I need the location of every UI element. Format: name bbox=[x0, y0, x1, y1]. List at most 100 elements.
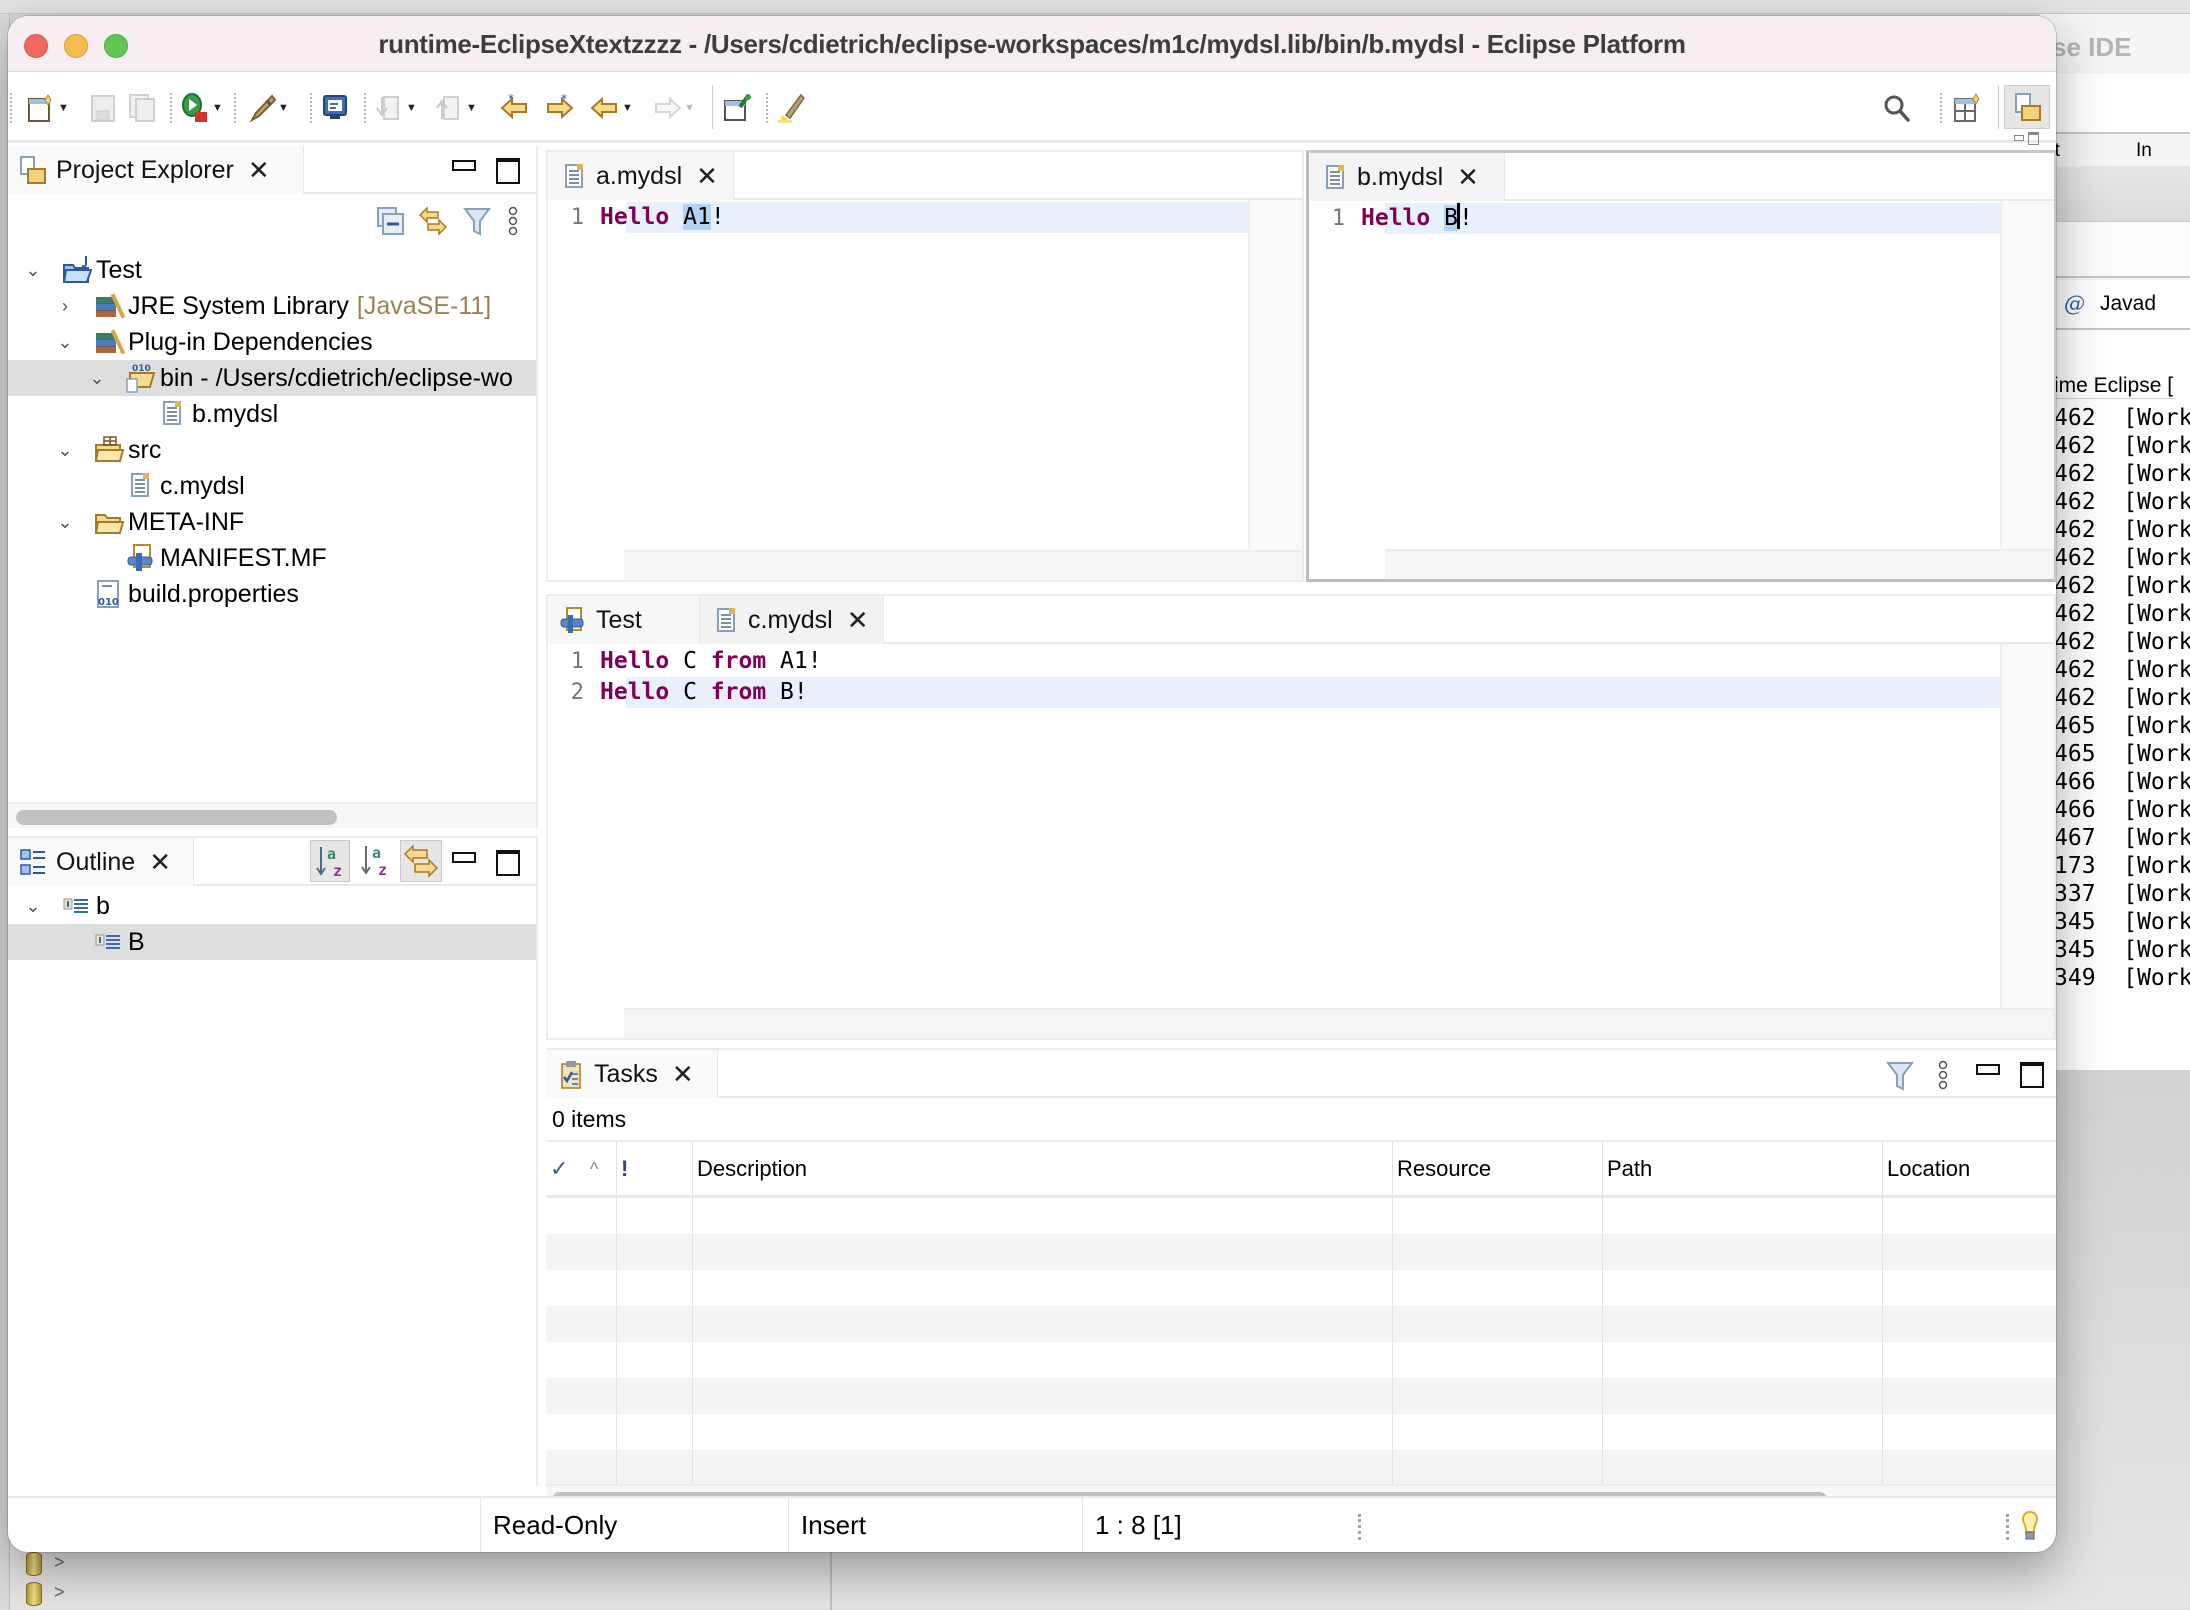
tab-tasks[interactable]: Tasks ✕ bbox=[546, 1050, 718, 1098]
editor-hscrollbar[interactable] bbox=[1385, 549, 2054, 579]
column-header-resource[interactable]: Resource bbox=[1392, 1142, 1602, 1196]
search-button[interactable] bbox=[1882, 93, 1912, 123]
chevron-right-icon[interactable]: › bbox=[54, 296, 76, 317]
project-explorer-icon bbox=[20, 156, 46, 184]
minimize-editor-area-button[interactable] bbox=[2014, 135, 2024, 141]
column-header-completed[interactable]: ✓ bbox=[546, 1142, 586, 1196]
close-icon[interactable]: ✕ bbox=[672, 1059, 694, 1090]
tree-item-b-mydsl[interactable]: b.mydsl bbox=[8, 396, 536, 432]
open-task-button[interactable] bbox=[722, 93, 752, 123]
column-divider bbox=[1882, 1198, 1883, 1486]
column-header-location[interactable]: Location bbox=[1882, 1142, 2056, 1196]
outline-item-b[interactable]: ⌄ b bbox=[8, 888, 536, 924]
close-icon[interactable]: ✕ bbox=[248, 155, 270, 186]
link-with-editor-button[interactable] bbox=[400, 840, 442, 882]
column-header-priority[interactable]: ! bbox=[616, 1142, 692, 1196]
editor-vscrollbar[interactable] bbox=[1248, 200, 1302, 580]
tree-item-label: META-INF bbox=[128, 507, 245, 536]
tab-a-mydsl[interactable]: a.mydsl ✕ bbox=[548, 152, 734, 200]
dropdown-arrow-icon[interactable]: ▼ bbox=[466, 102, 477, 114]
column-header-path[interactable]: Path bbox=[1602, 1142, 1882, 1196]
editor-b-text[interactable]: 1 Hello B! bbox=[1309, 201, 2054, 579]
link-with-editor-icon[interactable] bbox=[418, 206, 448, 236]
sort-button[interactable]: az bbox=[310, 840, 350, 882]
collapse-all-icon[interactable] bbox=[376, 206, 406, 236]
maximize-editor-area-button[interactable] bbox=[2028, 132, 2039, 145]
minimize-view-button[interactable] bbox=[1976, 1062, 2000, 1084]
view-menu-icon[interactable] bbox=[1936, 1060, 1950, 1092]
tree-item-manifest[interactable]: MANIFEST.MF bbox=[8, 540, 536, 576]
back-button[interactable]: ▼ bbox=[590, 93, 633, 123]
next-annotation-button[interactable]: ▼ bbox=[374, 93, 417, 123]
editor-a-text[interactable]: 1 Hello A1! bbox=[548, 200, 1302, 580]
external-tools-button[interactable]: ▼ bbox=[246, 93, 289, 123]
run-button[interactable]: ▼ bbox=[180, 93, 223, 123]
dropdown-arrow-icon[interactable]: ▼ bbox=[622, 102, 633, 114]
outline-item-B[interactable]: B bbox=[8, 924, 536, 960]
close-icon[interactable]: ✕ bbox=[149, 847, 171, 878]
column-header-description[interactable]: Description bbox=[692, 1142, 1392, 1196]
toolbar-separator bbox=[364, 93, 366, 123]
editor-vscrollbar[interactable] bbox=[2000, 201, 2054, 579]
resource-perspective-button[interactable] bbox=[2004, 85, 2050, 129]
chevron-down-icon[interactable]: ⌄ bbox=[54, 440, 76, 461]
project-explorer-hscrollbar[interactable] bbox=[8, 802, 536, 828]
chevron-down-icon[interactable]: ⌄ bbox=[86, 368, 108, 389]
save-all-button[interactable] bbox=[128, 93, 158, 123]
next-edit-location-button[interactable]: * bbox=[544, 92, 574, 123]
chevron-down-icon[interactable]: ⌄ bbox=[54, 332, 76, 353]
open-perspective-button[interactable] bbox=[1952, 93, 1982, 123]
maximize-view-button[interactable] bbox=[2020, 1062, 2044, 1088]
tree-item-jre-system-library[interactable]: › JRE System Library [JavaSE-11] bbox=[8, 288, 536, 324]
view-menu-icon[interactable] bbox=[506, 206, 520, 238]
chevron-down-icon[interactable]: ⌄ bbox=[22, 260, 44, 281]
chevron-down-icon[interactable]: ⌄ bbox=[22, 896, 44, 917]
close-icon[interactable]: ✕ bbox=[1457, 162, 1479, 193]
tab-project-explorer[interactable]: Project Explorer ✕ bbox=[8, 146, 304, 194]
lightbulb-icon[interactable] bbox=[2020, 1510, 2040, 1542]
filter-icon[interactable] bbox=[462, 206, 492, 236]
new-button[interactable]: ▼ bbox=[26, 93, 69, 123]
maximize-view-button[interactable] bbox=[496, 158, 520, 184]
tab-outline[interactable]: Outline ✕ bbox=[8, 838, 194, 886]
save-button[interactable] bbox=[88, 93, 118, 123]
dropdown-arrow-icon[interactable]: ▼ bbox=[278, 102, 289, 114]
sort-by-type-button[interactable]: az bbox=[356, 840, 396, 882]
filter-icon[interactable] bbox=[1886, 1060, 1914, 1092]
tree-item-plugin-dependencies[interactable]: ⌄ Plug-in Dependencies bbox=[8, 324, 536, 360]
previous-annotation-button[interactable]: ▼ bbox=[434, 93, 477, 123]
minimize-view-button[interactable] bbox=[452, 850, 476, 872]
dropdown-arrow-icon[interactable]: ▼ bbox=[406, 102, 417, 114]
tree-item-build-properties[interactable]: 010 build.properties bbox=[8, 576, 536, 612]
status-separator-handle[interactable] bbox=[1358, 1514, 1361, 1540]
maximize-view-button[interactable] bbox=[496, 850, 520, 876]
tree-item-src[interactable]: ⌄ src bbox=[8, 432, 536, 468]
highlight-icon bbox=[776, 93, 806, 123]
tree-item-test[interactable]: ⌄ Test bbox=[8, 252, 536, 288]
dropdown-arrow-icon[interactable]: ▼ bbox=[684, 102, 695, 114]
editor-vscrollbar[interactable] bbox=[2000, 644, 2054, 1038]
highlight-button[interactable] bbox=[776, 93, 806, 123]
tree-item-c-mydsl[interactable]: c.mydsl bbox=[8, 468, 536, 504]
close-icon[interactable]: ✕ bbox=[847, 605, 869, 636]
editor-c-text[interactable]: 1 Hello C from A1! 2 Hello C from B! bbox=[548, 644, 2054, 1038]
minimize-view-button[interactable] bbox=[452, 158, 476, 180]
tab-c-mydsl[interactable]: c.mydsl ✕ bbox=[700, 596, 884, 644]
last-edit-location-button[interactable]: * bbox=[500, 92, 530, 123]
column-header-sort[interactable]: ^ bbox=[586, 1142, 616, 1196]
tab-b-mydsl[interactable]: b.mydsl ✕ bbox=[1309, 153, 1505, 201]
dropdown-arrow-icon[interactable]: ▼ bbox=[58, 102, 69, 114]
dropdown-arrow-icon[interactable]: ▼ bbox=[212, 102, 223, 114]
tab-test-manifest[interactable]: Test bbox=[548, 596, 700, 644]
open-console-button[interactable] bbox=[320, 93, 350, 123]
scrollbar-thumb[interactable] bbox=[16, 810, 337, 825]
chevron-down-icon[interactable]: ⌄ bbox=[54, 512, 76, 533]
tree-item-meta-inf[interactable]: ⌄ META-INF bbox=[8, 504, 536, 540]
editor-hscrollbar[interactable] bbox=[624, 1008, 2054, 1038]
tree-item-bin[interactable]: ⌄ 010 bin - /Users/cdietrich/eclipse-wo bbox=[8, 360, 536, 396]
close-icon[interactable]: ✕ bbox=[696, 161, 718, 192]
forward-button[interactable]: ▼ bbox=[652, 93, 695, 123]
editor-hscrollbar[interactable] bbox=[624, 550, 1302, 580]
status-separator-handle[interactable] bbox=[2006, 1514, 2009, 1540]
file-icon bbox=[712, 606, 738, 634]
